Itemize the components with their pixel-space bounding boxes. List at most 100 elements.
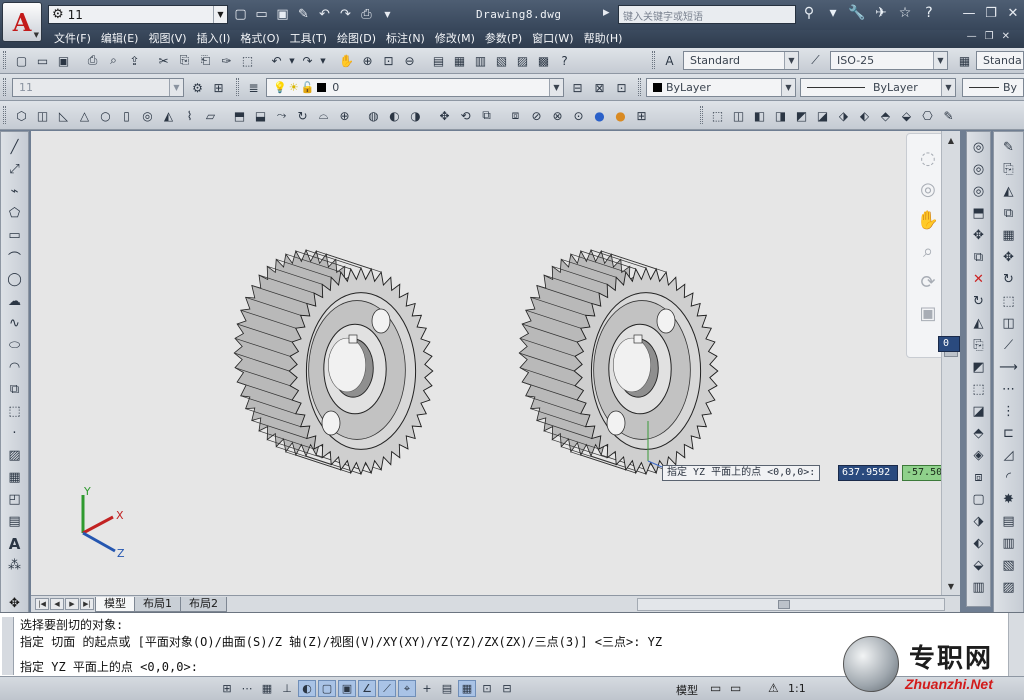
quick-properties-icon[interactable]: ▦ xyxy=(458,680,476,697)
box-icon[interactable]: ◫ xyxy=(33,106,52,125)
scroll-up-icon[interactable]: ▲ xyxy=(944,133,958,147)
save-icon[interactable]: ▣ xyxy=(274,6,291,23)
line-icon[interactable]: ╱ xyxy=(5,138,24,157)
open-icon[interactable]: ▭ xyxy=(33,51,52,70)
ellipse-arc-icon[interactable]: ◠ xyxy=(5,358,24,377)
selection-cycling-icon[interactable]: ⊡ xyxy=(478,680,496,697)
copy-faces-icon[interactable]: ⎘ xyxy=(969,336,988,355)
linetype-select[interactable]: ByLayer ▼ xyxy=(800,78,956,97)
layer-select[interactable]: 💡 ☀ 🔓 0 ▼ xyxy=(266,78,564,97)
chevron-down-icon[interactable]: ▼ xyxy=(379,6,396,23)
sphere-icon[interactable]: ○ xyxy=(96,106,115,125)
new-file-icon[interactable]: ▢ xyxy=(232,6,249,23)
showmotion-icon[interactable]: ▣ xyxy=(919,303,936,324)
first-tab-icon[interactable]: |◀ xyxy=(35,598,49,610)
clean-icon[interactable]: ◈ xyxy=(969,446,988,465)
menu-modify[interactable]: 修改(M) xyxy=(435,31,475,47)
toolbar-grip[interactable] xyxy=(236,78,239,96)
ellipse-icon[interactable]: ⬭ xyxy=(5,336,24,355)
copy-edges-icon[interactable]: ⬚ xyxy=(969,380,988,399)
close-icon[interactable]: ✕ xyxy=(1006,6,1020,21)
point-icon[interactable]: · xyxy=(5,424,24,443)
visual-style-manager-icon[interactable]: ⊞ xyxy=(632,106,651,125)
taper-faces-icon[interactable]: ◭ xyxy=(969,314,988,333)
polysolid-icon[interactable]: ⬡ xyxy=(12,106,31,125)
gear-icon[interactable]: ⚙ xyxy=(188,78,207,97)
favorites-star-icon[interactable]: ☆ xyxy=(896,5,914,21)
application-menu-button[interactable]: A ▼ xyxy=(2,2,42,42)
visual-style-wire-icon[interactable]: ⊗ xyxy=(548,106,567,125)
grid-icon[interactable]: ▦ xyxy=(258,680,276,697)
fillet-icon[interactable]: ◜ xyxy=(999,468,1018,487)
toolbar-grip[interactable] xyxy=(652,51,655,69)
union-solid-icon[interactable]: ◍ xyxy=(364,106,383,125)
open-file-icon[interactable]: ▭ xyxy=(253,6,270,23)
minimize-icon[interactable]: — xyxy=(962,6,976,21)
tab-layout1[interactable]: 布局1 xyxy=(134,597,181,612)
erase-icon[interactable]: ✎ xyxy=(999,138,1018,157)
break-icon[interactable]: ⋮ xyxy=(999,402,1018,421)
saveas-icon[interactable]: ✎ xyxy=(295,6,312,23)
chevron-down-icon[interactable]: ▼ xyxy=(319,51,327,70)
lineweight-select[interactable]: By xyxy=(962,78,1024,97)
subtract-icon[interactable]: ◎ xyxy=(969,160,988,179)
delete-faces-icon[interactable]: ✕ xyxy=(969,270,988,289)
vertical-scrollbar[interactable]: ▲ ▼ xyxy=(941,131,960,595)
chamfer-icon[interactable]: ◿ xyxy=(999,446,1018,465)
extend-icon[interactable]: ⟶ xyxy=(999,358,1018,377)
sweep-icon[interactable]: ⤳ xyxy=(272,106,291,125)
view-top-icon[interactable]: ⬚ xyxy=(708,106,727,125)
toolbar-grip[interactable] xyxy=(3,78,6,96)
markup-icon[interactable]: ▨ xyxy=(513,51,532,70)
view-ne-iso-icon[interactable]: ⬘ xyxy=(876,106,895,125)
drawing-area[interactable]: Y X Z ◌ ◎ ✋ ⌕ ⟳ ▣ 指定 YZ 平面上的点 <0,0,0>: 6… xyxy=(31,131,960,595)
search-tools-icon[interactable]: ▾ xyxy=(824,5,842,21)
3d-align-icon[interactable]: ⧉ xyxy=(477,106,496,125)
paste-icon[interactable]: ⎗ xyxy=(196,51,215,70)
layer-walk-icon[interactable]: ▥ xyxy=(999,534,1018,553)
properties-icon[interactable]: ▤ xyxy=(429,51,448,70)
binoculars-icon[interactable]: ⚲ xyxy=(800,5,818,21)
object-snap-icon[interactable]: ▢ xyxy=(318,680,336,697)
dynamic-input-icon[interactable]: ⌖ xyxy=(398,680,416,697)
orbit-3d-icon[interactable]: ⟳ xyxy=(920,272,935,293)
visual-style-hidden-icon[interactable]: ⊙ xyxy=(569,106,588,125)
scale-icon[interactable]: ⬚ xyxy=(999,292,1018,311)
move-faces-icon[interactable]: ✥ xyxy=(969,226,988,245)
text-style-select[interactable]: Standard ▼ xyxy=(683,51,799,70)
check-icon[interactable]: ⬗ xyxy=(969,512,988,531)
plot-icon[interactable]: ⎙ xyxy=(358,6,375,23)
view-nw-iso-icon[interactable]: ⬙ xyxy=(897,106,916,125)
mirror-icon[interactable]: ◭ xyxy=(999,182,1018,201)
multiline-text-icon[interactable]: A xyxy=(5,534,24,553)
scroll-down-icon[interactable]: ▼ xyxy=(944,579,958,593)
toolbar-grip[interactable] xyxy=(3,106,6,124)
union-icon[interactable]: ⊕ xyxy=(335,106,354,125)
print-icon[interactable]: ⎙ xyxy=(83,51,102,70)
union-icon[interactable]: ◎ xyxy=(969,138,988,157)
annotation-monitor-icon[interactable]: ⊟ xyxy=(498,680,516,697)
command-window-grip[interactable] xyxy=(2,617,14,675)
make-block-icon[interactable]: ⬚ xyxy=(5,402,24,421)
save-icon[interactable]: ▣ xyxy=(54,51,73,70)
planar-surface-icon[interactable]: ▱ xyxy=(201,106,220,125)
separate-icon[interactable]: ⧈ xyxy=(969,468,988,487)
view-back-icon[interactable]: ◪ xyxy=(813,106,832,125)
hatch-icon[interactable]: ▨ xyxy=(5,446,24,465)
last-tab-icon[interactable]: ▶| xyxy=(80,598,94,610)
layer-isolate-icon[interactable]: ▧ xyxy=(999,556,1018,575)
view-bottom-icon[interactable]: ◫ xyxy=(729,106,748,125)
infer-constraints-icon[interactable]: ⊞ xyxy=(218,680,236,697)
rotate-faces-icon[interactable]: ↻ xyxy=(969,292,988,311)
menu-draw[interactable]: 绘图(D) xyxy=(337,31,376,47)
design-center-icon[interactable]: ▦ xyxy=(450,51,469,70)
tab-layout2[interactable]: 布局2 xyxy=(180,597,227,612)
camera-icon[interactable]: ⎔ xyxy=(918,106,937,125)
annotation-scale-value[interactable]: 1:1 xyxy=(788,682,806,695)
3d-move-icon[interactable]: ✥ xyxy=(435,106,454,125)
match-icon[interactable]: ✎ xyxy=(939,106,958,125)
toolbar-grip[interactable] xyxy=(638,78,641,96)
table-style-select[interactable]: Standa xyxy=(976,51,1024,70)
visual-style-2d-icon[interactable]: ⊘ xyxy=(527,106,546,125)
view-left-icon[interactable]: ◧ xyxy=(750,106,769,125)
